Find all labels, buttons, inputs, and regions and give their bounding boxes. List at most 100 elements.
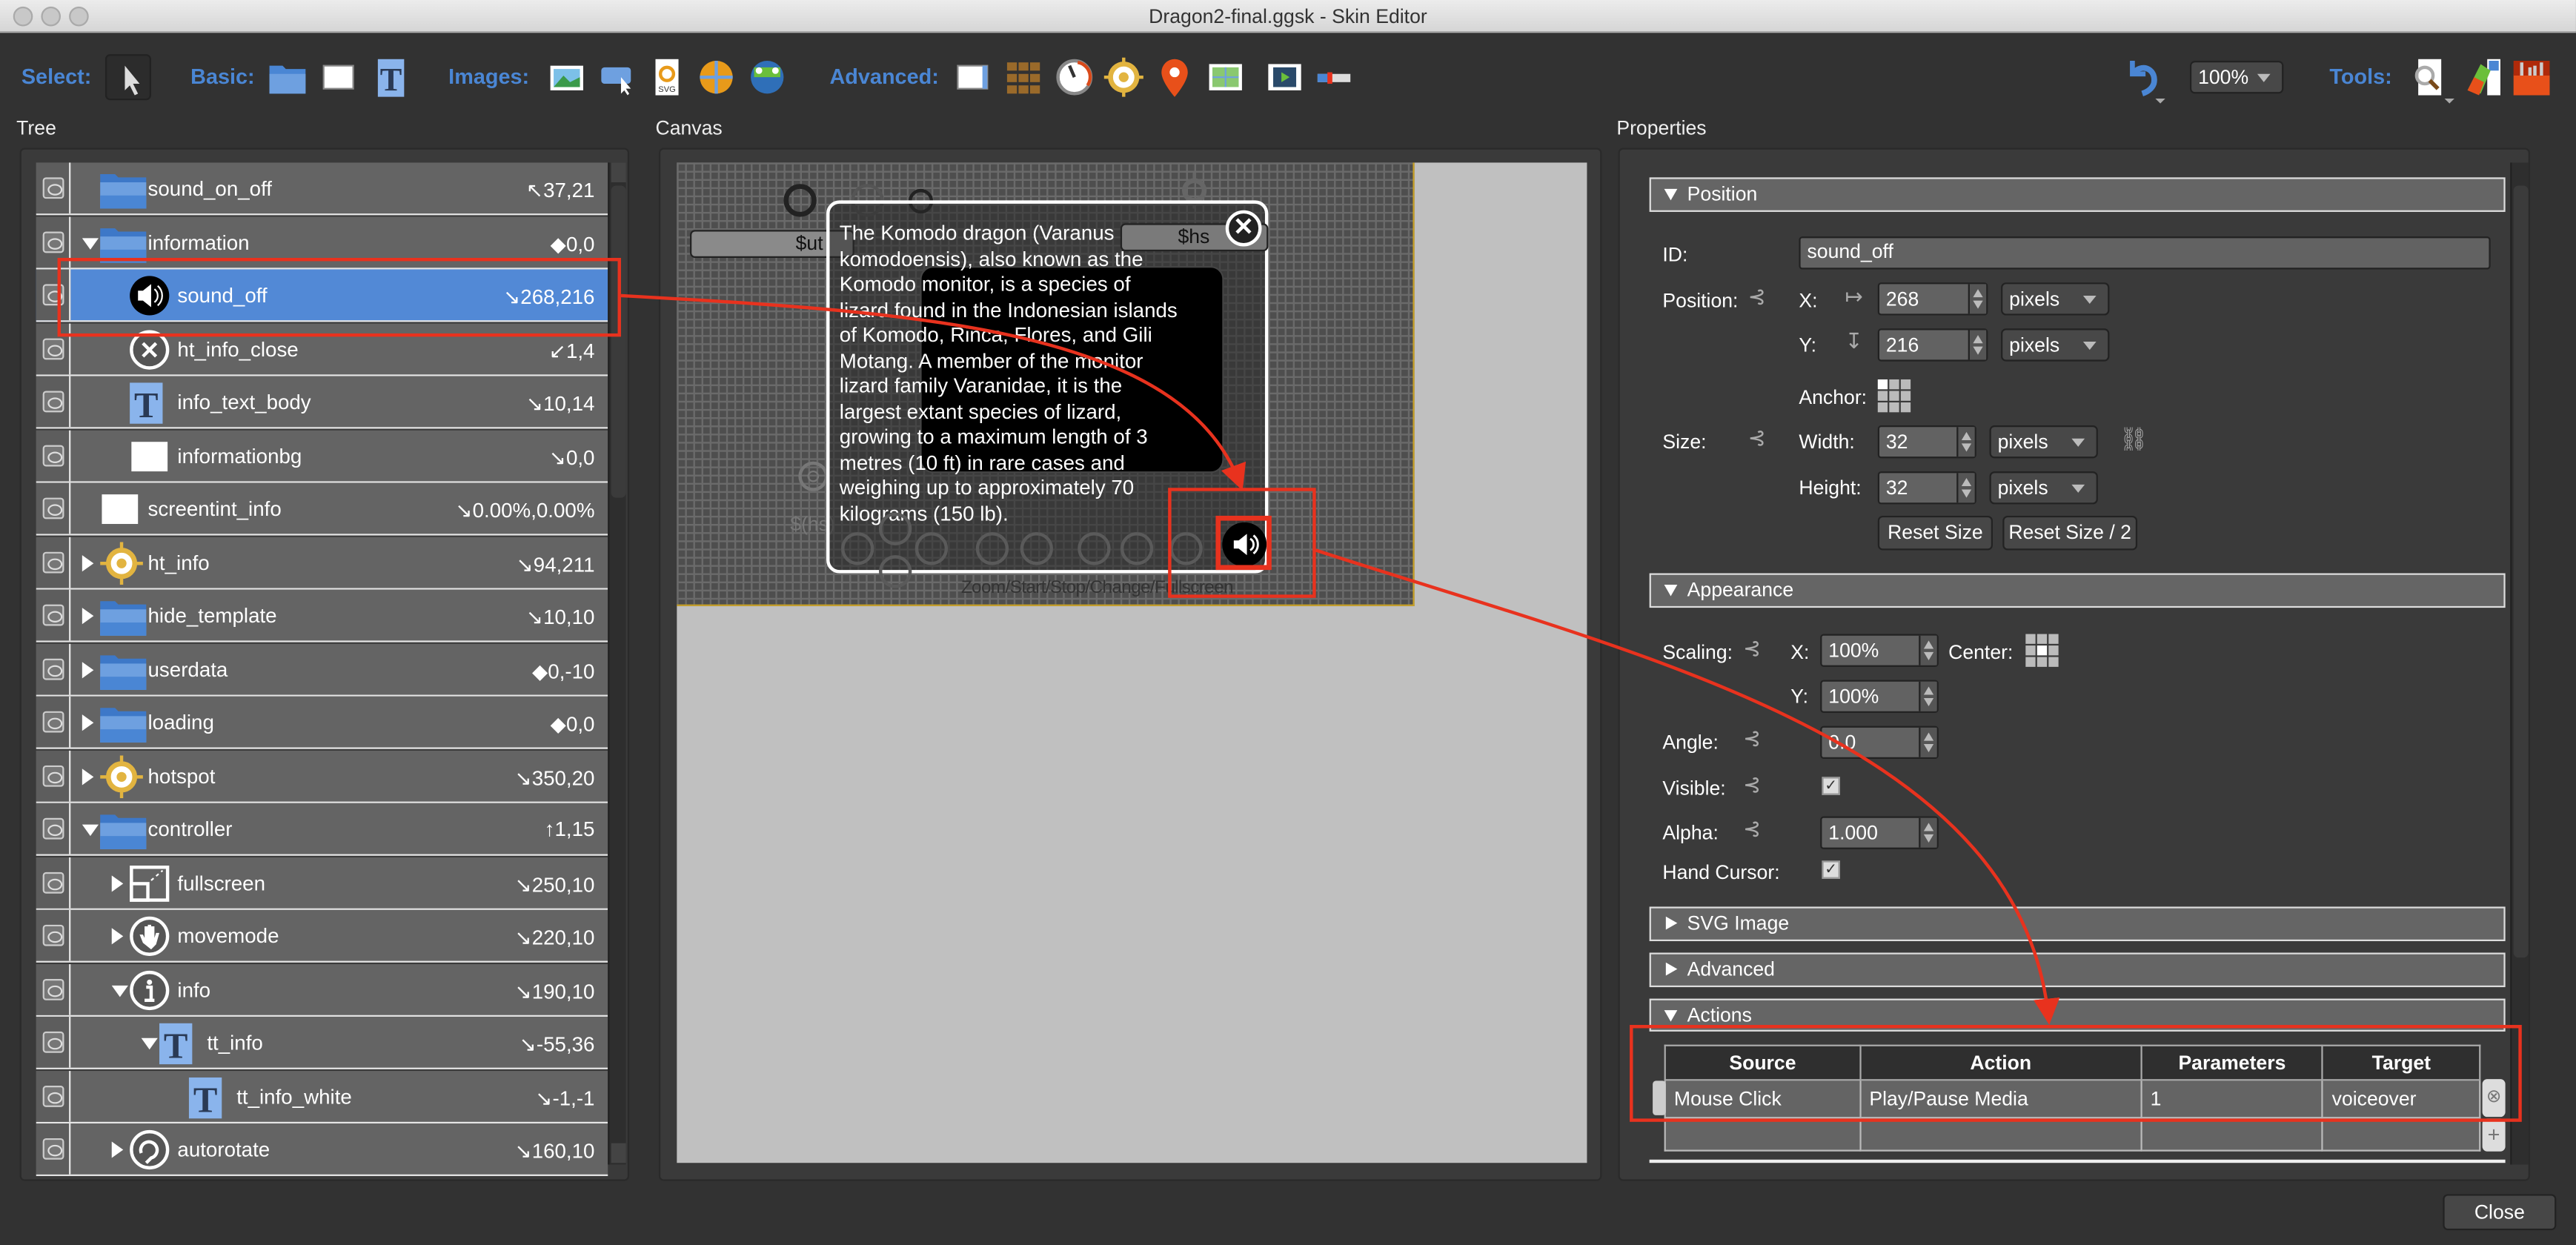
spin-arrows-icon[interactable]: [1919, 635, 1937, 665]
appearance-section-header[interactable]: Appearance: [1649, 573, 2506, 608]
visibility-toggle[interactable]: [36, 589, 71, 641]
video-icon[interactable]: [1265, 58, 1304, 97]
chain-link-icon[interactable]: ⛓: [2119, 425, 2148, 454]
alpha-link-icon[interactable]: ⊰: [1743, 817, 1761, 843]
center-grid[interactable]: [2025, 634, 2059, 667]
tree-item-info[interactable]: info ↘190,10: [36, 963, 608, 1016]
angle-link-icon[interactable]: ⊰: [1743, 726, 1761, 752]
tree-item-screentint-info[interactable]: screentint_info ↘0.00%,0.00%: [36, 482, 608, 536]
zoom-window-button[interactable]: [69, 6, 89, 27]
spin-arrows-icon[interactable]: [1919, 727, 1937, 757]
empty-cell[interactable]: [1664, 1117, 1862, 1152]
visibility-toggle[interactable]: [36, 909, 71, 961]
spin-arrows-icon[interactable]: [1968, 330, 1987, 360]
tree-item-info-text-body[interactable]: Tinfo_text_body ↘10,14: [36, 376, 608, 429]
anchor-grid[interactable]: [1877, 379, 1911, 413]
y-position-spinbox[interactable]: 216: [1877, 328, 1988, 362]
minimize-window-button[interactable]: [41, 6, 62, 27]
tree-item-sound-on-off[interactable]: sound_on_off ↖37,21: [36, 162, 608, 216]
visibility-toggle[interactable]: [36, 1016, 71, 1068]
add-action-button[interactable]: +: [2482, 1118, 2506, 1152]
advanced-section-header[interactable]: Advanced: [1649, 952, 2506, 988]
close-window-button[interactable]: [13, 6, 33, 27]
tree-scroll-thumb[interactable]: [611, 185, 626, 498]
spin-arrows-icon[interactable]: [1919, 681, 1937, 711]
spin-arrows-icon[interactable]: [1919, 817, 1937, 848]
folder-icon[interactable]: [268, 58, 307, 97]
scroll-down-icon[interactable]: [611, 1143, 626, 1163]
reset-size-half-button[interactable]: Reset Size / 2: [2002, 515, 2138, 551]
collapsed-arrow-icon[interactable]: [82, 554, 94, 571]
collapsed-arrow-icon[interactable]: [111, 928, 124, 945]
visibility-toggle[interactable]: [36, 749, 71, 801]
collapsed-arrow-icon[interactable]: [82, 714, 94, 731]
id-input[interactable]: sound_off: [1799, 236, 2491, 270]
properties-scrollbar[interactable]: [2510, 162, 2529, 1165]
svg-image-section-header[interactable]: SVG Image: [1649, 906, 2506, 941]
y-unit-dropdown[interactable]: pixels: [2001, 328, 2110, 362]
collapsed-arrow-icon[interactable]: [111, 874, 124, 892]
visibility-toggle[interactable]: [36, 482, 71, 534]
expanded-arrow-icon[interactable]: [82, 824, 99, 837]
height-spinbox[interactable]: 32: [1877, 471, 1976, 505]
tree-item-tt-info[interactable]: Ttt_info ↘-55,36: [36, 1016, 608, 1069]
visibility-toggle[interactable]: [36, 1123, 71, 1175]
spin-arrows-icon[interactable]: [1956, 473, 1975, 503]
x-position-spinbox[interactable]: 268: [1877, 282, 1988, 316]
visibility-toggle[interactable]: [36, 696, 71, 748]
collapsed-arrow-icon[interactable]: [111, 1141, 124, 1158]
cloner-grid-icon[interactable]: [1003, 58, 1043, 97]
cloner-icon[interactable]: [748, 58, 787, 97]
expanded-arrow-icon[interactable]: [82, 237, 99, 249]
reset-size-button[interactable]: Reset Size: [1877, 515, 1993, 551]
visibility-toggle[interactable]: [36, 963, 71, 1015]
position-link-icon[interactable]: ⊰: [1748, 284, 1766, 310]
width-spinbox[interactable]: 32: [1877, 425, 1976, 459]
height-unit-dropdown[interactable]: pixels: [1989, 471, 2098, 505]
tree-item-userdata[interactable]: userdata ◆0,-10: [36, 643, 608, 696]
button-icon[interactable]: [598, 58, 637, 97]
pointer-tool-button[interactable]: [104, 54, 151, 101]
visibility-toggle[interactable]: [36, 643, 71, 694]
empty-cell[interactable]: [1859, 1117, 2142, 1152]
empty-cell[interactable]: [2322, 1117, 2481, 1152]
spin-arrows-icon[interactable]: [1956, 427, 1975, 457]
visibility-toggle[interactable]: [36, 1069, 71, 1121]
close-button[interactable]: Close: [2443, 1194, 2557, 1231]
expanded-arrow-icon[interactable]: [141, 1038, 158, 1050]
tree-item-fullscreen[interactable]: fullscreen ↘250,10: [36, 856, 608, 909]
palette-icon[interactable]: [2464, 58, 2503, 97]
image-icon[interactable]: [547, 58, 586, 97]
spin-arrows-icon[interactable]: [1968, 284, 1987, 314]
tree-item-hotspot[interactable]: hotspot ↘350,20: [36, 749, 608, 803]
ht-info-close-button[interactable]: ✕: [1225, 210, 1262, 247]
timer-icon[interactable]: [1055, 58, 1094, 97]
collapsed-arrow-icon[interactable]: [82, 608, 94, 625]
visibility-toggle[interactable]: [36, 429, 71, 481]
map-pin-icon[interactable]: [1155, 58, 1194, 97]
svg-icon[interactable]: SVG: [647, 58, 686, 97]
visible-link-icon[interactable]: ⊰: [1743, 772, 1761, 798]
tree-item-hide-template[interactable]: hide_template ↘10,10: [36, 589, 608, 643]
find-icon[interactable]: [2409, 56, 2458, 104]
tree-item-loading[interactable]: loading ◆0,0: [36, 696, 608, 749]
angle-spinbox[interactable]: 0.0: [1820, 726, 1939, 759]
visibility-toggle[interactable]: [36, 856, 71, 908]
tree-item-autorotate[interactable]: autorotate ↘160,10: [36, 1123, 608, 1176]
tree-item-tt-info-white[interactable]: Ttt_info_white ↘-1,-1: [36, 1069, 608, 1123]
hotspot-icon[interactable]: [1103, 57, 1143, 97]
progress-bar-icon[interactable]: [1314, 58, 1353, 97]
scale-y-spinbox[interactable]: 100%: [1820, 680, 1939, 713]
text-icon[interactable]: T: [371, 58, 411, 97]
scrollarea-icon[interactable]: [953, 58, 992, 97]
visibility-toggle[interactable]: [36, 536, 71, 588]
tree-item-movemode[interactable]: movemode ↘220,10: [36, 909, 608, 963]
position-section-header[interactable]: Position: [1649, 177, 2506, 212]
visibility-toggle[interactable]: [36, 162, 71, 214]
undo-button[interactable]: [2122, 54, 2165, 107]
properties-scroll-thumb[interactable]: [2513, 185, 2529, 958]
visibility-toggle[interactable]: [36, 803, 71, 854]
x-unit-dropdown[interactable]: pixels: [2001, 282, 2110, 316]
tree-item-controller[interactable]: controller ↑1,15: [36, 803, 608, 856]
visibility-toggle[interactable]: [36, 376, 71, 428]
